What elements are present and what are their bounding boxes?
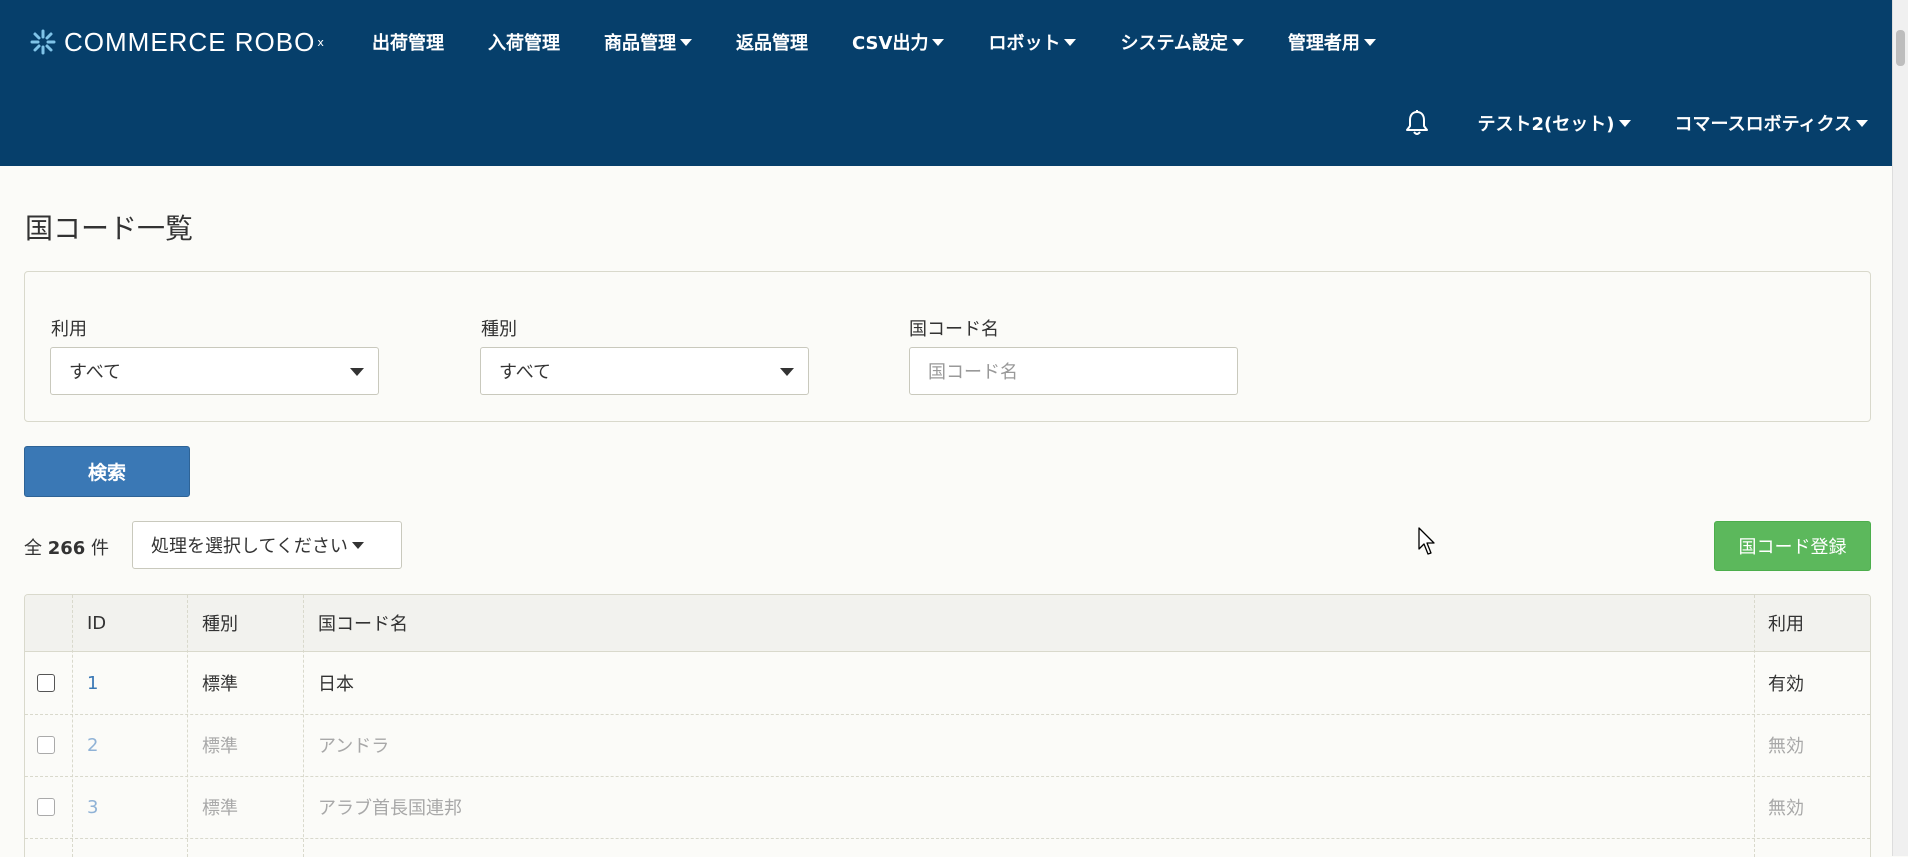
caret-down-icon — [932, 38, 945, 46]
table-header: ID 種別 国コード名 利用 — [25, 595, 1870, 652]
id-link[interactable]: 1 — [87, 673, 98, 694]
count-suffix: 件 — [91, 538, 110, 559]
search-filter-panel: 利用 すべて 種別 すべて 国コード名 国コード名 — [24, 271, 1871, 422]
caret-down-icon — [1064, 38, 1077, 46]
nav-csv-export[interactable]: CSV出力 — [852, 29, 945, 55]
nav-admin-label: 管理者用 — [1287, 33, 1360, 54]
nav-shipping-label: 出荷管理 — [372, 33, 444, 54]
column-header-type[interactable]: 種別 — [202, 595, 238, 651]
company-menu[interactable]: コマースロボティクス — [1675, 110, 1868, 136]
type-cell: 標準 — [202, 736, 238, 757]
nav-robot[interactable]: ロボット — [988, 29, 1077, 55]
account-menu[interactable]: テスト2(セット) — [1478, 110, 1631, 136]
company-label: コマースロボティクス — [1674, 114, 1852, 135]
nav-returns-label: 返品管理 — [736, 33, 808, 54]
country-name-filter-label: 国コード名 — [909, 319, 999, 340]
usage-select-value: すべて — [69, 362, 122, 383]
type-filter-label: 種別 — [481, 319, 517, 340]
caret-down-icon — [680, 38, 692, 46]
country-name-cell: アラブ首長国連邦 — [318, 798, 462, 819]
nav-products-label: 商品管理 — [604, 33, 676, 54]
caret-down-icon — [1363, 38, 1376, 46]
nav-system-settings[interactable]: システム設定 — [1120, 29, 1244, 55]
usage-select[interactable]: すべて — [50, 347, 379, 395]
nav-receiving-label: 入荷管理 — [488, 33, 560, 54]
id-link[interactable]: 3 — [87, 797, 98, 818]
account-label: テスト2(セット) — [1477, 114, 1615, 135]
type-cell: 標準 — [202, 674, 238, 695]
column-header-id[interactable]: ID — [87, 595, 106, 651]
nav-admin[interactable]: 管理者用 — [1288, 29, 1376, 55]
row-checkbox-cell — [37, 714, 55, 776]
usage-cell: 無効 — [1768, 736, 1804, 757]
usage-cell: 有効 — [1768, 674, 1804, 695]
row-checkbox-cell — [37, 652, 55, 714]
logo-mark-icon — [30, 29, 56, 55]
scrollbar-thumb[interactable] — [1896, 30, 1905, 66]
column-divider — [72, 595, 73, 857]
caret-down-icon — [1231, 38, 1244, 46]
bell-icon[interactable] — [1404, 109, 1430, 137]
search-button[interactable]: 検索 — [24, 446, 190, 497]
count-value: 266 — [47, 538, 86, 559]
caret-down-icon — [350, 368, 364, 376]
country-name-input[interactable]: 国コード名 — [909, 347, 1238, 395]
top-navbar: COMMERCE ROBO x 出荷管理 入荷管理 商品管理 返品管理 CSV出… — [0, 0, 1893, 166]
column-header-usage[interactable]: 利用 — [1768, 595, 1804, 651]
caret-down-icon — [1856, 119, 1868, 127]
page-title: 国コード一覧 — [25, 212, 194, 245]
nav-csv-export-label: CSV出力 — [852, 33, 929, 54]
nav-shipping[interactable]: 出荷管理 — [372, 29, 444, 55]
usage-filter-label: 利用 — [51, 319, 87, 340]
main-nav: 出荷管理 入荷管理 商品管理 返品管理 CSV出力 ロボット システム設定 管理… — [372, 22, 1420, 62]
caret-down-icon — [351, 541, 364, 549]
type-cell: 標準 — [202, 798, 238, 819]
country-name-cell: 日本 — [318, 674, 354, 695]
column-divider — [303, 595, 304, 857]
logo-superscript: x — [317, 35, 324, 49]
register-country-code-button[interactable]: 国コード登録 — [1714, 521, 1871, 571]
column-divider — [1754, 595, 1755, 857]
column-divider — [187, 595, 188, 857]
count-prefix: 全 — [24, 538, 42, 559]
type-select[interactable]: すべて — [480, 347, 809, 395]
table-row[interactable]: 2 標準 アンドラ 無効 — [25, 714, 1870, 777]
id-cell: 1 — [87, 652, 98, 714]
country-name-cell: アンドラ — [318, 736, 390, 757]
id-cell: 2 — [87, 714, 98, 776]
usage-cell: 無効 — [1768, 798, 1804, 819]
bulk-action-dropdown[interactable]: 処理を選択してください — [132, 521, 402, 569]
bulk-action-label: 処理を選択してください — [151, 536, 348, 557]
caret-down-icon — [1618, 119, 1631, 127]
country-name-placeholder: 国コード名 — [928, 362, 1018, 383]
page-scrollbar[interactable] — [1892, 0, 1908, 856]
row-checkbox[interactable] — [37, 674, 55, 692]
result-count: 全 266 件 — [24, 534, 109, 560]
type-select-value: すべて — [499, 362, 552, 383]
nav-system-settings-label: システム設定 — [1120, 33, 1228, 54]
row-checkbox[interactable] — [37, 736, 55, 754]
column-header-country-name[interactable]: 国コード名 — [318, 595, 408, 651]
table-row[interactable]: 3 標準 アラブ首長国連邦 無効 — [25, 776, 1870, 839]
table-row[interactable]: 1 標準 日本 有効 — [25, 652, 1870, 715]
user-bar: テスト2(セット) コマースロボティクス — [1404, 105, 1868, 141]
nav-products[interactable]: 商品管理 — [604, 29, 692, 55]
row-checkbox-cell — [37, 776, 55, 838]
caret-down-icon — [780, 368, 794, 376]
commerce-robo-logo[interactable]: COMMERCE ROBO x — [30, 22, 324, 62]
id-link[interactable]: 2 — [87, 735, 98, 756]
logo-text: COMMERCE ROBO — [64, 26, 316, 57]
nav-returns[interactable]: 返品管理 — [736, 29, 808, 55]
id-cell: 3 — [87, 776, 98, 838]
row-checkbox[interactable] — [37, 798, 55, 816]
nav-receiving[interactable]: 入荷管理 — [488, 29, 560, 55]
country-code-table: ID 種別 国コード名 利用 1 標準 日本 有効 2 標準 アンドラ 無効 3… — [24, 594, 1871, 857]
mouse-cursor-icon — [1418, 527, 1435, 555]
nav-robot-label: ロボット — [988, 33, 1061, 54]
